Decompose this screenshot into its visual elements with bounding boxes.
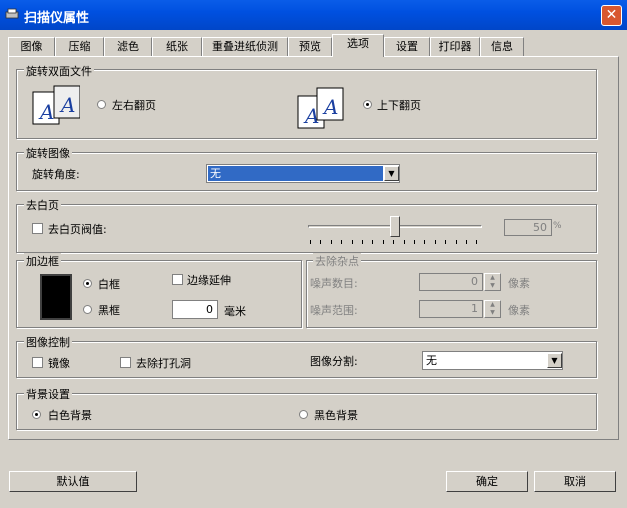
noise-title: 去除杂点 [313, 253, 361, 269]
window-title: 扫描仪属性 [24, 11, 90, 26]
svg-text:A: A [59, 93, 75, 117]
chevron-down-icon[interactable]: ▼ [547, 353, 562, 368]
tab-6[interactable]: 选项 [332, 34, 384, 57]
left-right-label: 左右翻页 [112, 99, 156, 112]
rotate-angle-select[interactable]: 无 ▼ [206, 164, 400, 183]
blank-threshold-unit: % [553, 221, 562, 231]
edge-extend-label: 边缘延伸 [187, 274, 231, 287]
border-width-unit: 毫米 [224, 305, 246, 318]
slider-tick [320, 240, 322, 244]
mirror-label: 镜像 [48, 357, 70, 370]
top-bottom-radio[interactable] [363, 100, 372, 109]
white-background-radio[interactable] [32, 410, 41, 419]
tab-7[interactable]: 设置 [384, 37, 430, 56]
mirror-checkbox[interactable] [32, 357, 43, 368]
tab-2[interactable]: 滤色 [104, 37, 152, 56]
noise-count-unit: 像素 [508, 277, 530, 290]
slider-tick [414, 240, 415, 244]
scanner-icon [5, 8, 19, 19]
punch-hole-label: 去除打孔洞 [136, 357, 191, 370]
slider-tick [466, 240, 467, 244]
black-border-radio[interactable] [83, 305, 92, 314]
noise-range-spinner[interactable]: ▲ ▼ [484, 300, 501, 318]
top-bottom-label: 上下翻页 [377, 99, 421, 112]
image-split-select[interactable]: 无 ▼ [422, 351, 563, 370]
tab-8[interactable]: 打印器 [430, 37, 480, 56]
slider-tick [424, 240, 426, 244]
blank-page-title: 去白页 [24, 197, 61, 213]
slider-tick [330, 240, 332, 244]
slider-tick [372, 240, 374, 244]
left-right-radio[interactable] [97, 100, 106, 109]
white-background-label: 白色背景 [48, 409, 92, 422]
background-title: 背景设置 [24, 386, 72, 402]
noise-range-label: 噪声范围: [310, 304, 358, 317]
cancel-button[interactable]: 取消 [534, 471, 616, 492]
blank-threshold-slider-thumb[interactable] [390, 216, 400, 237]
rotate-angle-label: 旋转角度: [32, 168, 80, 181]
black-border-label: 黑框 [98, 304, 120, 317]
tab-4[interactable]: 重叠进纸侦测 [202, 37, 288, 56]
svg-text:A: A [322, 95, 338, 119]
slider-tick [403, 240, 405, 244]
blank-threshold-label: 去白页阀值: [48, 223, 107, 236]
black-background-label: 黑色背景 [314, 409, 358, 422]
image-control-title: 图像控制 [24, 334, 72, 350]
slider-tick [445, 240, 447, 244]
blank-threshold-checkbox[interactable] [32, 223, 43, 234]
slider-tick [310, 240, 311, 244]
blank-threshold-value[interactable]: 50 [504, 219, 552, 236]
tab-5[interactable]: 预览 [288, 37, 332, 56]
rotate-angle-value: 无 [208, 166, 383, 181]
slider-tick [341, 240, 343, 244]
title-bar[interactable] [0, 0, 627, 30]
slider-tick [434, 240, 436, 244]
image-split-label: 图像分割: [310, 355, 358, 368]
punch-hole-checkbox[interactable] [120, 357, 131, 368]
white-border-radio[interactable] [83, 279, 92, 288]
slider-tick [393, 240, 395, 244]
slider-tick [455, 240, 457, 244]
default-button[interactable]: 默认值 [9, 471, 137, 492]
border-preview [40, 274, 72, 320]
ok-button[interactable]: 确定 [446, 471, 528, 492]
top-bottom-flip-icon: A A [297, 87, 344, 129]
image-split-value: 无 [426, 354, 437, 367]
rotate-image-title: 旋转图像 [24, 145, 72, 161]
rotate-duplex-title: 旋转双面文件 [24, 63, 94, 79]
edge-extend-checkbox[interactable] [172, 274, 183, 285]
tab-0[interactable]: 图像 [8, 37, 55, 56]
slider-tick [351, 240, 353, 244]
close-button[interactable]: ✕ [601, 5, 622, 26]
tab-9[interactable]: 信息 [480, 37, 524, 56]
black-background-radio[interactable] [299, 410, 308, 419]
slider-tick [476, 240, 478, 244]
tab-3[interactable]: 纸张 [152, 37, 202, 56]
noise-range-unit: 像素 [508, 304, 530, 317]
border-title: 加边框 [24, 253, 61, 269]
svg-text:A: A [38, 100, 54, 124]
white-border-label: 白框 [98, 278, 120, 291]
chevron-down-icon[interactable]: ▼ [384, 166, 399, 181]
tab-1[interactable]: 压缩 [55, 37, 104, 56]
noise-count-spinner[interactable]: ▲ ▼ [484, 273, 501, 291]
noise-range-input[interactable]: 1 [419, 300, 483, 318]
border-width-input[interactable]: 0 [172, 300, 218, 319]
slider-tick [362, 240, 363, 244]
noise-count-input[interactable]: 0 [419, 273, 483, 291]
noise-count-label: 噪声数目: [310, 277, 358, 290]
slider-tick [382, 240, 384, 244]
left-right-flip-icon: A A [32, 85, 80, 125]
